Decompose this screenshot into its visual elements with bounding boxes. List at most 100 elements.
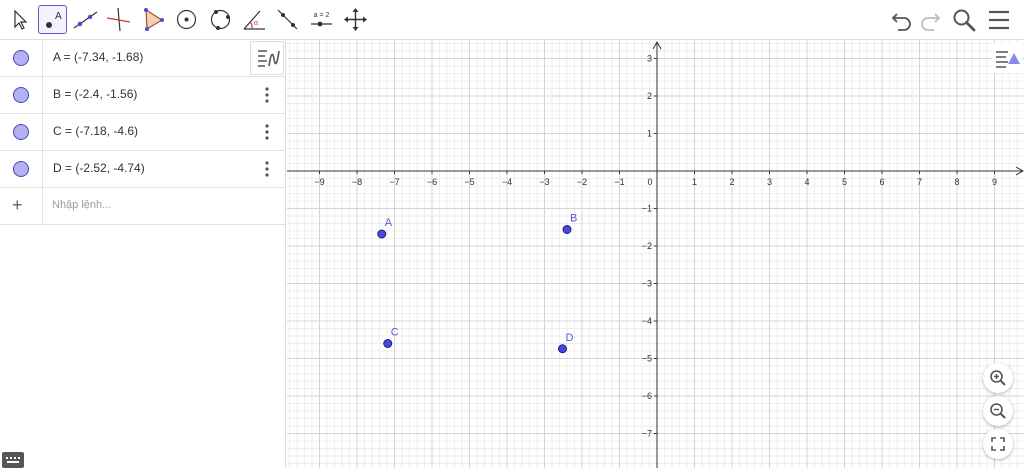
x-tick-label: −7 xyxy=(389,177,399,187)
point-label-b: B xyxy=(570,213,577,225)
y-tick-label: −6 xyxy=(642,391,652,401)
algebra-style-button[interactable] xyxy=(250,41,284,75)
toolbar: A α a = 2 xyxy=(0,0,1024,40)
graphics-style-button[interactable] xyxy=(992,43,1022,73)
search-button[interactable] xyxy=(951,7,977,33)
y-tick-label: −1 xyxy=(642,204,652,214)
move-graphics-tool-button[interactable] xyxy=(341,5,370,34)
angle-tool-button[interactable]: α xyxy=(240,5,269,34)
redo-icon xyxy=(921,13,941,31)
algebra-item[interactable]: C = (-7.18, -4.6) xyxy=(0,114,285,151)
algebra-sort-icon xyxy=(258,50,280,67)
circle-center-icon xyxy=(176,9,197,30)
slider-tool-label: a = 2 xyxy=(314,12,330,19)
y-tick-label: 3 xyxy=(647,54,652,64)
vertical-dots-icon xyxy=(265,124,269,140)
x-tick-label: 9 xyxy=(992,177,997,187)
zoom-in-button[interactable] xyxy=(983,363,1013,393)
polygon-tool-button[interactable] xyxy=(138,5,167,34)
graphics-style-icon xyxy=(996,51,1020,68)
x-tick-label: −5 xyxy=(464,177,474,187)
y-tick-label: −7 xyxy=(642,429,652,439)
x-tick-label: −3 xyxy=(539,177,549,187)
x-tick-label: 2 xyxy=(729,177,734,187)
x-tick-label: 5 xyxy=(842,177,847,187)
vertical-dots-icon xyxy=(265,161,269,177)
line-icon xyxy=(73,11,98,29)
zoom-out-button[interactable] xyxy=(983,396,1013,426)
perpendicular-line-icon xyxy=(106,7,131,32)
input-bar[interactable]: + Nhập lệnh... xyxy=(0,188,285,225)
algebra-item-expression[interactable]: C = (-7.18, -4.6) xyxy=(53,124,138,138)
point-label-c: C xyxy=(391,327,399,339)
command-input[interactable]: Nhập lệnh... xyxy=(52,199,111,211)
x-tick-label: 7 xyxy=(917,177,922,187)
x-tick-label: 4 xyxy=(804,177,809,187)
circle-three-points-tool-button[interactable] xyxy=(206,5,235,34)
main-menu-button[interactable] xyxy=(986,7,1012,33)
point-icon: A xyxy=(46,11,62,28)
fullscreen-button[interactable] xyxy=(983,429,1013,459)
y-tick-label: −5 xyxy=(642,354,652,364)
plus-icon[interactable]: + xyxy=(12,195,23,215)
y-tick-label: 2 xyxy=(647,91,652,101)
x-tick-label: −4 xyxy=(502,177,512,187)
reflect-tool-button[interactable] xyxy=(273,5,302,34)
more-options-button[interactable] xyxy=(258,159,276,179)
zoom-in-icon xyxy=(990,370,1006,386)
cursor-arrow-icon xyxy=(14,9,28,30)
move-tool-button[interactable] xyxy=(5,5,34,34)
x-tick-label: 3 xyxy=(767,177,772,187)
point-a[interactable] xyxy=(377,229,387,239)
perpendicular-line-tool-button[interactable] xyxy=(104,5,133,34)
circle-center-tool-button[interactable] xyxy=(172,5,201,34)
search-icon xyxy=(953,9,976,32)
y-tick-label: −4 xyxy=(642,316,652,326)
coordinate-plane[interactable]: −9 −8 −7 −6 −5 −4 −3 −2 −1 0 1 2 3 4 5 6 7 8 9 3 2 1 −1 −2 −3 −4 −… xyxy=(287,40,1024,468)
graphics-view[interactable]: −9 −8 −7 −6 −5 −4 −3 −2 −1 0 1 2 3 4 5 6 7 8 9 3 2 1 −1 −2 −3 −4 −… xyxy=(287,40,1024,468)
point-d[interactable] xyxy=(558,344,567,354)
point-tool-label: A xyxy=(55,11,62,22)
x-tick-label: −6 xyxy=(427,177,437,187)
algebra-item[interactable]: A = (-7.34, -1.68) xyxy=(0,40,285,77)
more-options-button[interactable] xyxy=(258,122,276,142)
x-tick-label: 1 xyxy=(692,177,697,187)
vertical-dots-icon xyxy=(265,87,269,103)
point-tool-button[interactable]: A xyxy=(38,5,67,34)
undo-button[interactable] xyxy=(889,7,915,33)
visibility-toggle-icon[interactable] xyxy=(13,50,29,66)
algebra-item-expression[interactable]: A = (-7.34, -1.68) xyxy=(53,50,143,64)
undo-icon xyxy=(891,13,911,31)
angle-icon: α xyxy=(243,10,265,30)
line-tool-button[interactable] xyxy=(71,5,100,34)
algebra-item-expression[interactable]: D = (-2.52, -4.74) xyxy=(53,161,145,175)
slider-tool-button[interactable]: a = 2 xyxy=(307,5,336,34)
keyboard-icon xyxy=(6,457,20,463)
x-tick-label: 0 xyxy=(647,177,652,187)
reflect-line-icon xyxy=(277,9,298,30)
slider-icon: a = 2 xyxy=(311,12,332,27)
visibility-toggle-icon[interactable] xyxy=(13,87,29,103)
polygon-icon xyxy=(144,8,164,31)
algebra-item-expression[interactable]: B = (-2.4, -1.56) xyxy=(53,87,137,101)
x-tick-label: −2 xyxy=(577,177,587,187)
algebra-item[interactable]: D = (-2.52, -4.74) xyxy=(0,151,285,188)
y-tick-label: 1 xyxy=(647,129,652,139)
hamburger-menu-icon xyxy=(989,10,1009,30)
point-c[interactable] xyxy=(383,339,393,348)
x-tick-label: −9 xyxy=(314,177,324,187)
redo-button[interactable] xyxy=(917,7,943,33)
algebra-item[interactable]: B = (-2.4, -1.56) xyxy=(0,77,285,114)
visibility-toggle-icon[interactable] xyxy=(13,161,29,177)
keyboard-button[interactable] xyxy=(2,452,24,468)
algebra-view: A = (-7.34, -1.68) B = (-2.4, -1.56) C =… xyxy=(0,40,286,468)
visibility-toggle-icon[interactable] xyxy=(13,124,29,140)
circle-three-points-icon xyxy=(210,9,231,30)
fullscreen-icon xyxy=(991,437,1005,451)
move-arrows-icon xyxy=(344,8,367,31)
x-tick-label: 8 xyxy=(954,177,959,187)
point-b[interactable] xyxy=(562,225,572,234)
svg-text:α: α xyxy=(254,20,258,27)
point-label-a: A xyxy=(385,217,393,229)
more-options-button[interactable] xyxy=(258,85,276,105)
